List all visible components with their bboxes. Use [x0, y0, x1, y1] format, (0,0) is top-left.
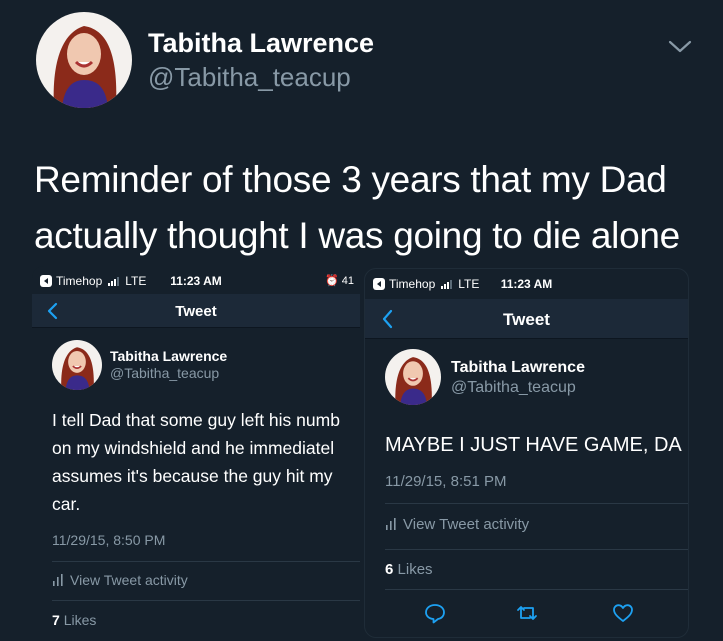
author-handle[interactable]: @Tabitha_teacup [148, 62, 351, 93]
likes-count[interactable]: 7 Likes [52, 612, 96, 628]
status-bar: Timehop LTE 11:23 AM [365, 269, 688, 297]
author-avatar[interactable] [36, 12, 132, 108]
embedded-tweet-text: MAYBE I JUST HAVE GAME, DA [385, 434, 682, 456]
author-name[interactable]: Tabitha Lawrence [110, 348, 227, 364]
author-avatar[interactable] [52, 340, 102, 390]
activity-label: View Tweet activity [70, 572, 188, 588]
embedded-tweet-text: I tell Dad that some guy left his numb o… [52, 410, 340, 514]
likes-label: Likes [397, 561, 433, 578]
nav-title: Tweet [175, 303, 217, 320]
retweet-icon[interactable] [515, 601, 539, 625]
like-heart-icon[interactable] [611, 601, 635, 625]
divider [52, 561, 360, 562]
analytics-icon [386, 518, 396, 530]
screenshot-right: Timehop LTE 11:23 AM Tweet Tabitha Lawre… [364, 268, 689, 638]
likes-number: 7 [52, 612, 60, 628]
battery-label: 41 [341, 275, 354, 287]
tweet-date: 11/29/15, 8:50 PM [52, 532, 166, 548]
analytics-icon [53, 574, 63, 586]
nav-bar: Tweet [32, 294, 360, 328]
view-activity-link[interactable]: View Tweet activity [385, 516, 529, 533]
activity-label: View Tweet activity [403, 516, 530, 533]
status-bar: Timehop LTE 11:23 AM ⏰ 41 [32, 266, 360, 294]
tweet-date: 11/29/15, 8:51 PM [385, 473, 507, 490]
alarm-status: ⏰ 41 [324, 275, 354, 287]
author-avatar[interactable] [385, 349, 441, 405]
divider [385, 549, 688, 550]
likes-count[interactable]: 6 Likes [385, 561, 433, 578]
likes-label: Likes [63, 612, 97, 628]
divider [385, 503, 688, 504]
author-handle[interactable]: @Tabitha_teacup [451, 379, 576, 397]
screenshot-left: Timehop LTE 11:23 AM ⏰ 41 Tweet Tabitha … [32, 266, 360, 641]
tweet-actions [365, 601, 688, 631]
likes-number: 6 [385, 561, 394, 578]
status-time: 11:23 AM [170, 274, 222, 288]
reply-icon[interactable] [423, 601, 447, 625]
nav-title: Tweet [503, 310, 550, 329]
divider [385, 589, 688, 590]
author-handle[interactable]: @Tabitha_teacup [110, 365, 219, 381]
tweet-header: Tabitha Lawrence @Tabitha_teacup [0, 0, 723, 130]
divider [52, 600, 360, 601]
tweet-text: Reminder of those 3 years that my Dad ac… [34, 159, 680, 256]
author-name[interactable]: Tabitha Lawrence [451, 359, 585, 377]
status-time: 11:23 AM [500, 277, 553, 291]
nav-bar: Tweet [365, 299, 688, 339]
view-activity-link[interactable]: View Tweet activity [52, 572, 188, 588]
author-name[interactable]: Tabitha Lawrence [148, 28, 374, 59]
chevron-down-icon[interactable] [666, 34, 694, 58]
